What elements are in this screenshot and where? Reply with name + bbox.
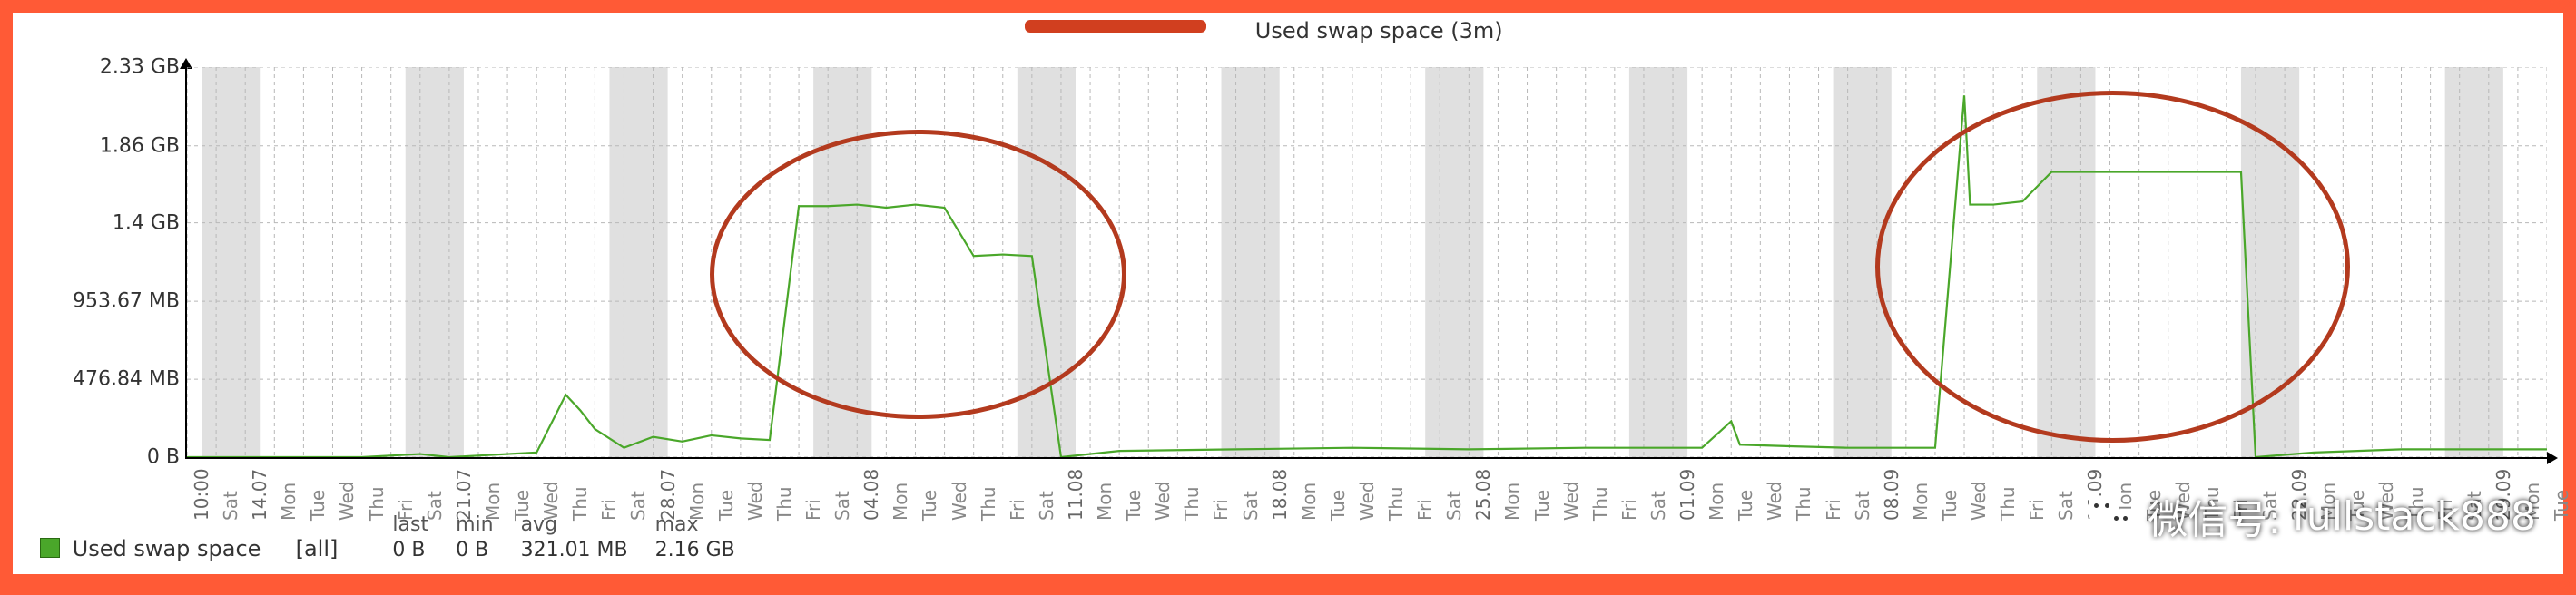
legend-series-name: Used swap space — [73, 536, 261, 561]
legend-scope: [all] — [296, 536, 339, 561]
x-tick-label: Fri — [802, 499, 824, 521]
x-tick-label: Tue — [1735, 490, 1756, 521]
x-tick-label: Wed — [744, 481, 766, 521]
x-tick-label: Wed — [1356, 481, 1378, 521]
x-tick-label: Sat — [1647, 491, 1669, 521]
x-tick-label: Thu — [1997, 486, 2019, 521]
y-tick-label: 476.84 MB — [16, 368, 180, 391]
x-tick-label: Tue — [1327, 490, 1349, 521]
x-tick-label: Mon — [890, 483, 911, 521]
x-tick-label: Sat — [831, 491, 853, 521]
x-tick-label: Sat — [1240, 491, 1262, 521]
legend-stat-max: max 2.16 GB — [655, 513, 735, 561]
x-tick-label: Wed — [1764, 481, 1785, 521]
legend-stat-min: min 0 B — [456, 513, 494, 561]
x-tick-major-label: 11.08 — [1065, 469, 1086, 521]
x-tick-label: Sat — [1443, 491, 1465, 521]
x-tick-label: Tue — [1531, 490, 1553, 521]
x-tick-major-label: 04.08 — [860, 469, 882, 521]
x-tick-label: Sat — [1036, 491, 1057, 521]
x-tick-label: Sat — [1852, 491, 1873, 521]
x-tick-label: Fri — [1210, 499, 1232, 521]
y-tick-label: 953.67 MB — [16, 290, 180, 313]
redacted-hostname — [1025, 20, 1206, 33]
x-tick-label: Mon — [1094, 483, 1116, 521]
x-tick-label: Fri — [1618, 499, 1640, 521]
legend-stat-last: last 0 B — [392, 513, 428, 561]
x-tick-label: Thu — [1385, 486, 1407, 521]
x-tick-label: Fri — [1823, 499, 1844, 521]
x-tick-label: Thu — [1589, 486, 1611, 521]
x-tick-label: Fri — [2026, 499, 2048, 521]
x-tick-label: Wed — [949, 481, 970, 521]
x-tick-label: Mon — [1501, 483, 1523, 521]
x-tick-major-label: 18.08 — [1269, 469, 1291, 521]
x-tick-label: Sat — [2055, 491, 2077, 521]
chart-panel: xxxxxxxxxxxxx: Used swap space (3m) 0 B 4… — [13, 13, 2563, 574]
watermark-prefix: 微信号: — [2148, 487, 2282, 545]
chart-title: xxxxxxxxxxxxx: Used swap space (3m) — [13, 18, 2563, 44]
x-tick-label: Mon — [1910, 483, 1932, 521]
y-tick-label: 2.33 GB — [16, 56, 180, 79]
x-tick-major-label: 25.08 — [1472, 469, 1494, 521]
x-tick-label: Fri — [1414, 499, 1436, 521]
y-tick-label: 1.86 GB — [16, 134, 180, 157]
y-tick-label: 0 B — [16, 446, 180, 469]
y-tick-label: 1.4 GB — [16, 211, 180, 234]
x-axis-arrow-icon — [2547, 452, 2558, 464]
x-tick-label: Wed — [1152, 481, 1174, 521]
watermark: 微信号: fullstack888 — [2087, 487, 2536, 545]
x-tick-label: Mon — [1706, 483, 1727, 521]
x-tick-major-label: 01.09 — [1676, 469, 1698, 521]
screenshot-root: xxxxxxxxxxxxx: Used swap space (3m) 0 B 4… — [0, 0, 2576, 595]
x-tick-label: Tue — [919, 490, 940, 521]
x-tick-label: Thu — [773, 486, 795, 521]
x-tick-label: Tue — [1123, 490, 1145, 521]
x-tick-label: Thu — [1181, 486, 1203, 521]
x-tick-label: Wed — [1560, 481, 1582, 521]
legend-stat-avg: avg 321.01 MB — [521, 513, 628, 561]
legend-swatch-icon — [40, 538, 60, 558]
x-tick-label: Mon — [1298, 483, 1320, 521]
x-tick-label: Tue — [1939, 490, 1961, 521]
x-tick-label: Fri — [1007, 499, 1028, 521]
wechat-icon — [2087, 491, 2138, 541]
x-tick-label: Tue — [2551, 490, 2572, 521]
chart-legend: Used swap space [all] last 0 B min 0 B a… — [40, 513, 735, 561]
x-tick-label: Thu — [978, 486, 999, 521]
watermark-value: fullstack888 — [2292, 493, 2536, 540]
annotation-ellipse — [1875, 91, 2351, 443]
x-tick-label: Thu — [1793, 486, 1814, 521]
x-tick-major-label: 08.09 — [1881, 469, 1903, 521]
x-tick-label: Wed — [1968, 481, 1990, 521]
annotation-ellipse — [710, 130, 1126, 419]
